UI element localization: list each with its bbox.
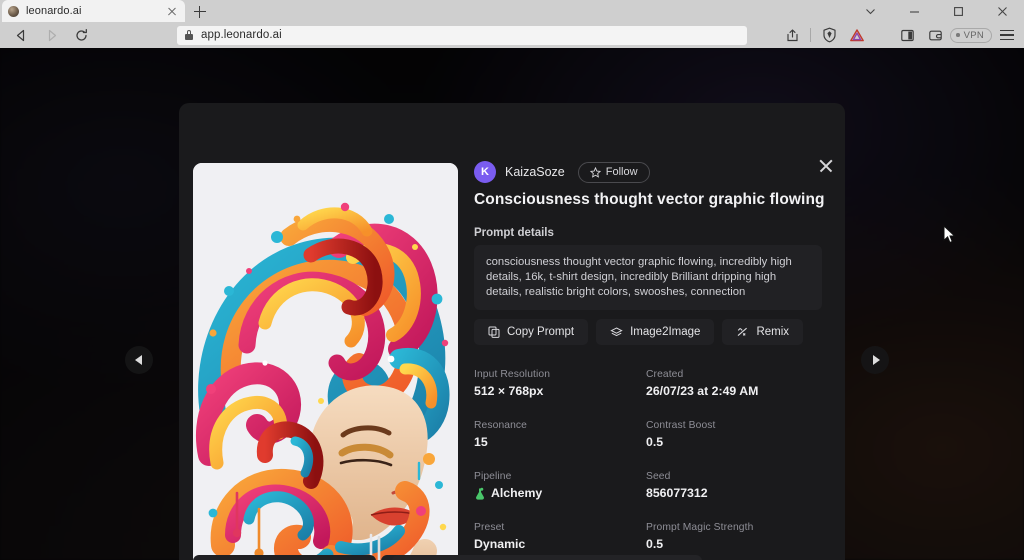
metadata-value: Dynamic bbox=[474, 537, 646, 551]
metadata-value: 0.5 bbox=[646, 537, 834, 551]
tab-title: leonardo.ai bbox=[26, 5, 165, 17]
star-icon bbox=[590, 167, 601, 178]
maximize-icon[interactable] bbox=[936, 0, 980, 22]
avatar[interactable]: K bbox=[474, 161, 496, 183]
artwork-illustration bbox=[193, 163, 458, 560]
detail-pane: K KaizaSoze Follow Consciousness thought… bbox=[474, 103, 845, 560]
window-controls bbox=[848, 0, 1024, 22]
metadata-item: Prompt Magic Strength 0.5 bbox=[646, 522, 834, 551]
copy-prompt-label: Copy Prompt bbox=[507, 326, 574, 338]
lock-icon bbox=[185, 30, 193, 40]
metadata-label: Prompt Magic Strength bbox=[646, 522, 834, 533]
brave-shield-icon[interactable] bbox=[816, 22, 842, 48]
back-arrow-icon[interactable] bbox=[6, 22, 36, 48]
metadata-value: 26/07/23 at 2:49 AM bbox=[646, 384, 834, 398]
remix-label: Remix bbox=[756, 326, 789, 338]
prev-image-button[interactable] bbox=[125, 346, 153, 374]
secondary-action-button[interactable] bbox=[193, 555, 376, 560]
share-icon[interactable] bbox=[779, 22, 805, 48]
metadata-label: Preset bbox=[474, 522, 646, 533]
reload-icon[interactable] bbox=[66, 22, 96, 48]
metadata-label: Input Resolution bbox=[474, 369, 646, 380]
chevron-down-icon[interactable] bbox=[848, 0, 892, 22]
close-window-icon[interactable] bbox=[980, 0, 1024, 22]
leonardo-favicon-icon bbox=[8, 6, 19, 17]
author-name[interactable]: KaizaSoze bbox=[505, 165, 565, 179]
prompt-box[interactable]: consciousness thought vector graphic flo… bbox=[474, 245, 822, 310]
page-viewport: K KaizaSoze Follow Consciousness thought… bbox=[0, 48, 1024, 560]
metadata-value: 856077312 bbox=[646, 486, 834, 500]
prompt-details-label: Prompt details bbox=[474, 227, 554, 239]
metadata-grid: Input Resolution 512 × 768px Created 26/… bbox=[474, 369, 834, 560]
metadata-item: Preset Dynamic bbox=[474, 522, 646, 551]
metadata-label: Seed bbox=[646, 471, 834, 482]
close-tab-icon[interactable] bbox=[165, 4, 179, 18]
metadata-item: Pipeline Alchemy bbox=[474, 471, 646, 500]
page-title: Consciousness thought vector graphic flo… bbox=[474, 191, 834, 209]
metadata-value: 0.5 bbox=[646, 435, 834, 449]
prompt-text: consciousness thought vector graphic flo… bbox=[486, 255, 810, 300]
sidebar-panel-icon[interactable] bbox=[894, 22, 920, 48]
image2image-button[interactable]: Image2Image bbox=[596, 319, 714, 345]
remix-icon bbox=[736, 326, 749, 338]
metadata-item: Created 26/07/23 at 2:49 AM bbox=[646, 369, 834, 398]
hamburger-menu-icon[interactable] bbox=[994, 22, 1020, 48]
new-tab-button[interactable] bbox=[190, 2, 210, 21]
vpn-status-dot bbox=[956, 33, 960, 37]
address-bar[interactable]: app.leonardo.ai bbox=[177, 26, 747, 45]
prev-arrow-icon bbox=[135, 355, 142, 365]
metadata-label: Created bbox=[646, 369, 834, 380]
metadata-value-with-icon: Alchemy bbox=[474, 486, 646, 500]
metadata-item: Input Resolution 512 × 768px bbox=[474, 369, 646, 398]
remix-button[interactable]: Remix bbox=[722, 319, 803, 345]
browser-tab[interactable]: leonardo.ai bbox=[2, 0, 185, 22]
next-arrow-icon bbox=[873, 355, 880, 365]
generate-with-model-button[interactable]: Generate with this model bbox=[392, 555, 702, 560]
metadata-value: 15 bbox=[474, 435, 646, 449]
extension-triangle-icon[interactable] bbox=[844, 22, 870, 48]
metadata-item: Seed 856077312 bbox=[646, 471, 834, 500]
copy-icon bbox=[488, 326, 500, 338]
navigation-bar: app.leonardo.ai bbox=[0, 22, 1024, 48]
follow-button[interactable]: Follow bbox=[578, 162, 650, 183]
forward-arrow-icon[interactable] bbox=[36, 22, 66, 48]
close-modal-icon[interactable] bbox=[815, 155, 837, 177]
metadata-item: Resonance 15 bbox=[474, 420, 646, 449]
metadata-value: 512 × 768px bbox=[474, 384, 646, 398]
metadata-value: Alchemy bbox=[491, 486, 542, 500]
layers-icon bbox=[610, 326, 623, 338]
browser-chrome: leonardo.ai bbox=[0, 0, 1024, 48]
url-text: app.leonardo.ai bbox=[201, 29, 282, 41]
follow-label: Follow bbox=[606, 166, 638, 178]
minimize-icon[interactable] bbox=[892, 0, 936, 22]
image2image-label: Image2Image bbox=[630, 326, 700, 338]
mouse-pointer-icon bbox=[943, 225, 956, 244]
vpn-label: VPN bbox=[964, 30, 984, 41]
copy-prompt-button[interactable]: Copy Prompt bbox=[474, 319, 588, 345]
metadata-label: Pipeline bbox=[474, 471, 646, 482]
toolbar-divider bbox=[810, 28, 811, 42]
artwork-thumbnail[interactable] bbox=[193, 163, 458, 560]
action-button-row: Copy Prompt Image2Image bbox=[474, 319, 803, 345]
alchemy-flask-icon bbox=[474, 487, 486, 500]
metadata-label: Contrast Boost bbox=[646, 420, 834, 431]
wallet-icon[interactable] bbox=[922, 22, 948, 48]
next-image-button[interactable] bbox=[861, 346, 889, 374]
tab-strip: leonardo.ai bbox=[0, 0, 1024, 22]
vpn-button[interactable]: VPN bbox=[950, 28, 992, 43]
toolbar-right-icons: VPN bbox=[779, 22, 1020, 48]
metadata-label: Resonance bbox=[474, 420, 646, 431]
author-row: K KaizaSoze Follow bbox=[474, 161, 650, 183]
metadata-item: Contrast Boost 0.5 bbox=[646, 420, 834, 449]
image-detail-modal: K KaizaSoze Follow Consciousness thought… bbox=[179, 103, 845, 560]
